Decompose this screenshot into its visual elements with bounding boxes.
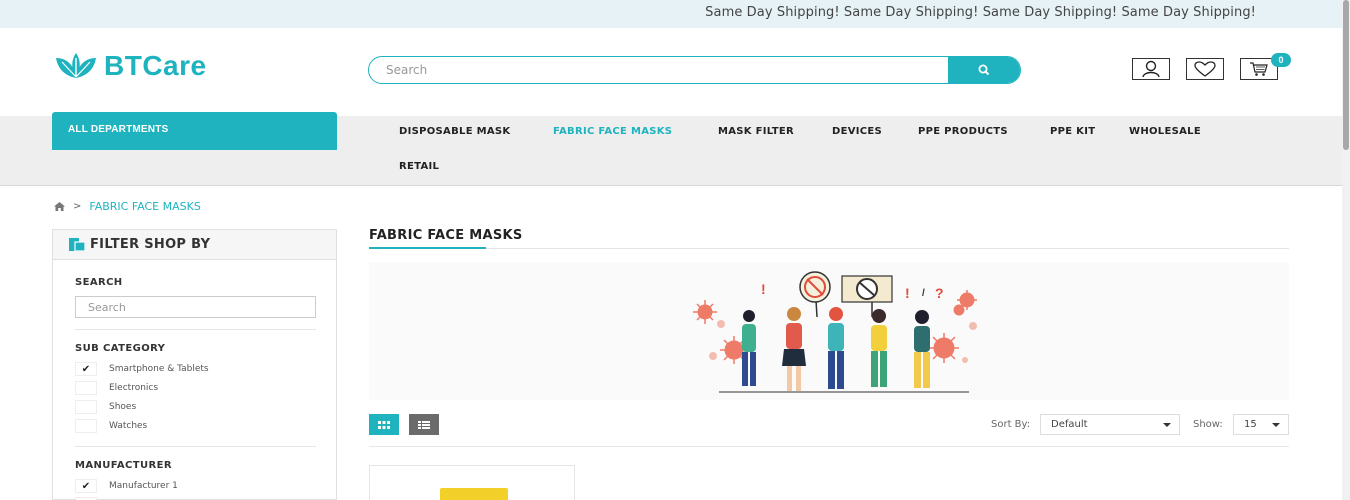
svg-text:!: ! xyxy=(905,285,910,301)
subcategory-label: Shoes xyxy=(109,402,137,412)
checkbox[interactable]: ✔ xyxy=(75,479,97,493)
list-view-icon xyxy=(418,420,430,429)
top-announcement-bar: Same Day Shipping! Same Day Shipping! Sa… xyxy=(0,0,1342,28)
search-section-title: SEARCH xyxy=(75,277,123,288)
breadcrumb-separator: > xyxy=(73,201,82,212)
chevron-down-icon xyxy=(1163,423,1171,427)
scrollbar-thumb[interactable] xyxy=(1343,0,1349,150)
search-button[interactable] xyxy=(948,57,1020,83)
nav-item-ppe-products[interactable]: PPE PRODUCTS xyxy=(918,126,1008,137)
product-image[interactable] xyxy=(440,488,508,500)
filter-title: FILTER SHOP BY xyxy=(90,237,211,252)
grid-view-icon xyxy=(378,420,390,429)
title-divider xyxy=(369,248,1289,249)
check-icon: ✔ xyxy=(81,480,91,492)
sidebar-search-input[interactable] xyxy=(75,296,316,318)
toolbar-divider xyxy=(369,446,1289,447)
nav-item-fabric-face-masks[interactable]: FABRIC FACE MASKS xyxy=(553,126,672,137)
subcategory-option[interactable]: Shoes xyxy=(75,400,136,414)
site-logo[interactable]: BTCare xyxy=(52,50,207,82)
product-card[interactable] xyxy=(369,465,575,500)
subcategory-option[interactable]: ✔ Smartphone & Tablets xyxy=(75,362,209,376)
user-icon xyxy=(1142,60,1160,78)
subcategory-label: Electronics xyxy=(109,383,159,393)
manufacturer-option[interactable]: ✔ Manufacturer 1 xyxy=(75,479,178,493)
subcategory-section-title: SUB CATEGORY xyxy=(75,343,166,354)
cart-count-badge: 0 xyxy=(1271,53,1291,67)
account-button[interactable] xyxy=(1132,58,1170,80)
cart-icon xyxy=(1250,62,1268,76)
show-label: Show: xyxy=(1193,419,1223,430)
shipping-marquee: Same Day Shipping! Same Day Shipping! Sa… xyxy=(705,5,1256,20)
crowd-figures xyxy=(719,307,969,393)
page-title: FABRIC FACE MASKS xyxy=(369,228,523,243)
grid-view-button[interactable] xyxy=(369,414,399,435)
svg-text:?: ? xyxy=(935,285,944,301)
breadcrumb-current[interactable]: FABRIC FACE MASKS xyxy=(89,200,200,213)
svg-text:/: / xyxy=(922,288,925,299)
list-view-button[interactable] xyxy=(409,414,439,435)
subcategory-label: Smartphone & Tablets xyxy=(109,364,209,374)
check-icon: ✔ xyxy=(81,363,91,375)
sidebar-divider xyxy=(75,446,316,447)
checkbox[interactable]: ✔ xyxy=(75,362,97,376)
sort-select[interactable]: Default xyxy=(1040,414,1180,435)
manufacturer-label: Manufacturer 1 xyxy=(109,481,178,491)
manufacturer-section-title: MANUFACTURER xyxy=(75,460,172,471)
show-select[interactable]: 15 xyxy=(1233,414,1289,435)
leaf-logo-icon xyxy=(56,53,96,78)
filter-sidebar: FILTER SHOP BY SEARCH SUB CATEGORY ✔ Sma… xyxy=(52,229,337,500)
nav-item-wholesale[interactable]: WHOLESALE xyxy=(1129,126,1201,137)
home-icon[interactable] xyxy=(54,202,65,211)
subcategory-label: Watches xyxy=(109,421,148,431)
heart-icon xyxy=(1194,61,1216,77)
filter-header: FILTER SHOP BY xyxy=(53,230,336,260)
checkbox[interactable] xyxy=(75,381,97,395)
nav-item-mask-filter[interactable]: MASK FILTER xyxy=(718,126,794,137)
logo-text: BTCare xyxy=(104,50,207,81)
wishlist-button[interactable] xyxy=(1186,58,1224,80)
svg-text:!: ! xyxy=(761,281,766,297)
subcategory-option[interactable]: Electronics xyxy=(75,381,158,395)
nav-item-ppe-kit[interactable]: PPE KIT xyxy=(1050,126,1095,137)
show-selected-value: 15 xyxy=(1244,419,1257,430)
subcategory-option[interactable]: Watches xyxy=(75,419,147,433)
nav-item-retail[interactable]: RETAIL xyxy=(399,161,439,172)
title-underline xyxy=(369,247,486,249)
header-search xyxy=(368,56,1021,84)
chevron-down-icon xyxy=(1272,423,1280,427)
sort-selected-value: Default xyxy=(1051,419,1088,430)
page-scrollbar[interactable] xyxy=(1342,0,1350,500)
search-input[interactable] xyxy=(369,57,949,83)
all-departments-button[interactable]: ALL DEPARTMENTS xyxy=(52,112,337,150)
filter-icon xyxy=(69,238,85,251)
nav-item-disposable-mask[interactable]: DISPOSABLE MASK xyxy=(399,126,510,137)
sort-by-label: Sort By: xyxy=(991,419,1031,430)
sidebar-divider xyxy=(75,329,316,330)
search-icon xyxy=(978,64,990,76)
banner-illustration: ! ! ? / xyxy=(693,271,977,393)
breadcrumb: > FABRIC FACE MASKS xyxy=(54,200,201,213)
checkbox[interactable] xyxy=(75,419,97,433)
checkbox[interactable] xyxy=(75,400,97,414)
category-banner: ! ! ? / xyxy=(369,262,1289,400)
nav-item-devices[interactable]: DEVICES xyxy=(832,126,882,137)
